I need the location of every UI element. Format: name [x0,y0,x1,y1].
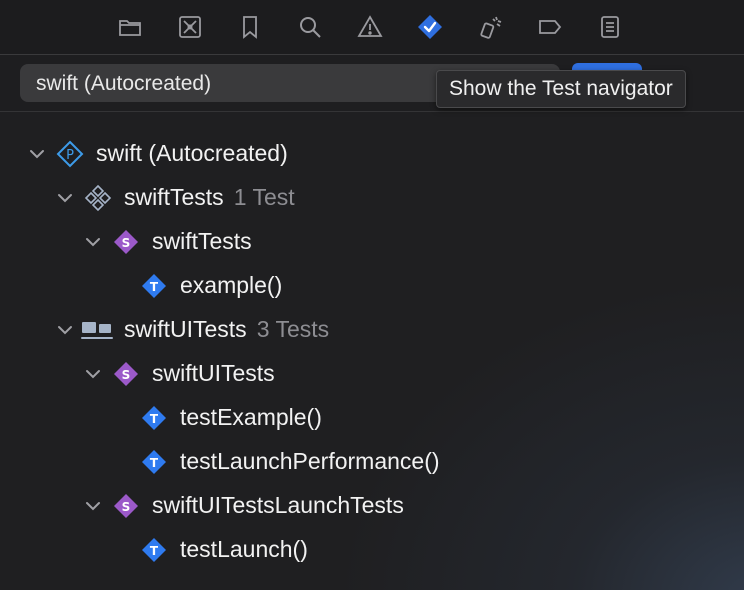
tree-row-ui-test-bundle[interactable]: swiftUITests 3 Tests [0,308,744,352]
tree-row-label: swift (Autocreated) [96,140,288,166]
tree-row-test-method[interactable]: T example() [0,264,744,308]
chevron-down-icon[interactable] [84,233,102,251]
chevron-down-icon[interactable] [56,189,74,207]
svg-text:P: P [66,148,74,163]
tree-row-test-method[interactable]: T testExample() [0,396,744,440]
test-class-icon: S [112,492,140,520]
test-class-icon: S [112,360,140,388]
chevron-down-icon[interactable] [28,145,46,163]
tree-row-label: testLaunchPerformance() [180,448,440,474]
test-method-icon: T [140,272,168,300]
svg-text:T: T [150,456,159,470]
report-navigator-icon[interactable] [595,12,625,42]
svg-text:S: S [122,500,131,514]
svg-text:T: T [150,280,159,294]
tree-row-label: testLaunch() [180,536,308,562]
tree-row-test-bundle[interactable]: swiftTests 1 Test [0,176,744,220]
svg-text:S: S [122,236,131,250]
test-class-icon: S [112,228,140,256]
tree-row-test-class[interactable]: S swiftTests [0,220,744,264]
tree-row-label: swiftTests [152,228,252,254]
tree-row-label: swiftUITests [152,360,275,386]
tree-row-test-method[interactable]: T testLaunchPerformance() [0,440,744,484]
tooltip: Show the Test navigator [436,70,686,108]
test-plan-icon: P [56,140,84,168]
issue-navigator-icon[interactable] [355,12,385,42]
breakpoint-navigator-icon[interactable] [535,12,565,42]
navigator-toolbar [0,0,744,55]
test-method-icon: T [140,536,168,564]
test-plan-selector-label: swift (Autocreated) [36,72,212,95]
test-count: 1 Test [233,184,295,210]
tree-row-label: example() [180,272,283,298]
ui-test-bundle-icon [80,316,114,344]
chevron-down-icon[interactable] [84,497,102,515]
test-method-icon: T [140,404,168,432]
debug-navigator-icon[interactable] [475,12,505,42]
tree-row-label: swiftTests 1 Test [124,184,295,210]
find-navigator-icon[interactable] [295,12,325,42]
tree-row-test-plan[interactable]: P swift (Autocreated) [0,132,744,176]
tree-row-label: swiftUITests 3 Tests [124,316,330,342]
tree-row-test-class[interactable]: S swiftUITests [0,352,744,396]
test-method-icon: T [140,448,168,476]
svg-text:S: S [122,368,131,382]
svg-text:T: T [150,412,159,426]
bookmark-navigator-icon[interactable] [235,12,265,42]
project-navigator-icon[interactable] [115,12,145,42]
tree-row-test-class[interactable]: S swiftUITestsLaunchTests [0,484,744,528]
chevron-down-icon[interactable] [84,365,102,383]
svg-text:T: T [150,544,159,558]
tree-row-label: swiftUITestsLaunchTests [152,492,404,518]
source-control-navigator-icon[interactable] [175,12,205,42]
tree-row-label: testExample() [180,404,322,430]
chevron-down-icon[interactable] [56,321,74,339]
tree-row-test-method[interactable]: T testLaunch() [0,528,744,572]
test-count: 3 Tests [256,316,330,342]
test-navigator-icon[interactable] [415,12,445,42]
unit-test-bundle-icon [84,184,112,212]
